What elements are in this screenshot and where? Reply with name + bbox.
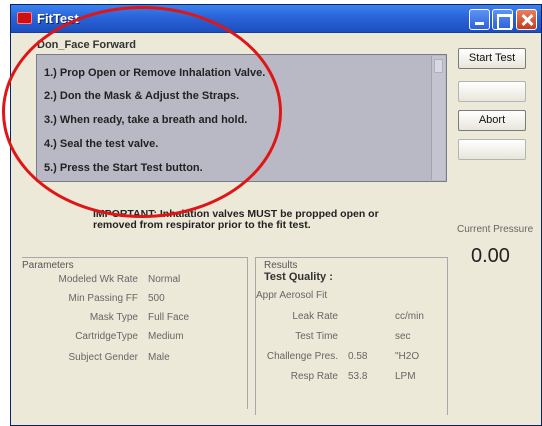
important-note: IMPORTANT: Inhalation valves MUST be pro… bbox=[93, 208, 379, 231]
param-value: 500 bbox=[148, 293, 165, 304]
param-value: Full Face bbox=[148, 312, 190, 323]
current-pressure-label: Current Pressure bbox=[457, 224, 534, 235]
challenge-pres-label: Challenge Pres. bbox=[266, 351, 338, 362]
app-icon bbox=[17, 12, 32, 24]
param-label: CartridgeType bbox=[75, 331, 138, 342]
challenge-pres-unit: "H2O bbox=[395, 351, 420, 362]
parameters-heading: Parameters bbox=[22, 260, 74, 271]
scrollbar-thumb[interactable] bbox=[434, 59, 443, 73]
param-label: Modeled Wk Rate bbox=[58, 274, 138, 285]
results-heading: Results bbox=[264, 260, 298, 271]
param-label: Min Passing FF bbox=[68, 293, 138, 304]
resp-rate-value: 53.8 bbox=[348, 371, 368, 382]
instruction-step-1: 1.) Prop Open or Remove Inhalation Valve… bbox=[44, 67, 266, 79]
resp-rate-unit: LPM bbox=[395, 371, 416, 382]
instruction-step-2: 2.) Don the Mask & Adjust the Straps. bbox=[44, 90, 240, 102]
abort-button[interactable]: Abort bbox=[458, 110, 526, 131]
param-value: Male bbox=[148, 352, 170, 363]
title-bar[interactable]: FitTest bbox=[11, 5, 541, 33]
close-button[interactable] bbox=[516, 9, 537, 30]
test-time-unit: sec bbox=[395, 331, 411, 342]
leak-rate-label: Leak Rate bbox=[292, 311, 338, 322]
instructions-scrollbar[interactable] bbox=[431, 56, 445, 180]
procedure-title: Don_Face Forward bbox=[37, 39, 137, 51]
appr-aerosol-fit-label: Appr Aerosol Fit bbox=[256, 290, 328, 301]
current-pressure-value: 0.00 bbox=[471, 245, 510, 267]
param-label: Mask Type bbox=[89, 312, 138, 323]
challenge-pres-value: 0.58 bbox=[348, 351, 368, 362]
param-label: Subject Gender bbox=[68, 352, 139, 363]
leak-rate-unit: cc/min bbox=[395, 311, 424, 322]
window-title: FitTest bbox=[37, 11, 79, 26]
parameters-panel: Parameters Modeled Wk Rate Normal Min Pa… bbox=[22, 257, 248, 409]
param-value: Normal bbox=[148, 274, 181, 285]
disabled-button-2[interactable] bbox=[458, 81, 526, 102]
test-time-label: Test Time bbox=[295, 331, 338, 342]
maximize-button[interactable] bbox=[492, 9, 513, 30]
results-panel: Results Test Quality : Appr Aerosol Fit … bbox=[255, 257, 448, 415]
instructions-list[interactable]: 1.) Prop Open or Remove Inhalation Valve… bbox=[36, 54, 447, 182]
instruction-step-5: 5.) Press the Start Test button. bbox=[44, 162, 203, 174]
fittest-window: FitTest Don_Face Forward 1.) Prop Open o… bbox=[10, 4, 542, 426]
param-value: Medium bbox=[148, 331, 184, 342]
instruction-step-3: 3.) When ready, take a breath and hold. bbox=[44, 114, 248, 126]
disabled-button-4[interactable] bbox=[458, 139, 526, 160]
instruction-step-4: 4.) Seal the test valve. bbox=[44, 138, 159, 150]
start-test-button[interactable]: Start Test bbox=[458, 48, 526, 69]
minimize-button[interactable] bbox=[469, 9, 490, 30]
test-quality-label: Test Quality : bbox=[264, 271, 333, 283]
resp-rate-label: Resp Rate bbox=[290, 371, 338, 382]
